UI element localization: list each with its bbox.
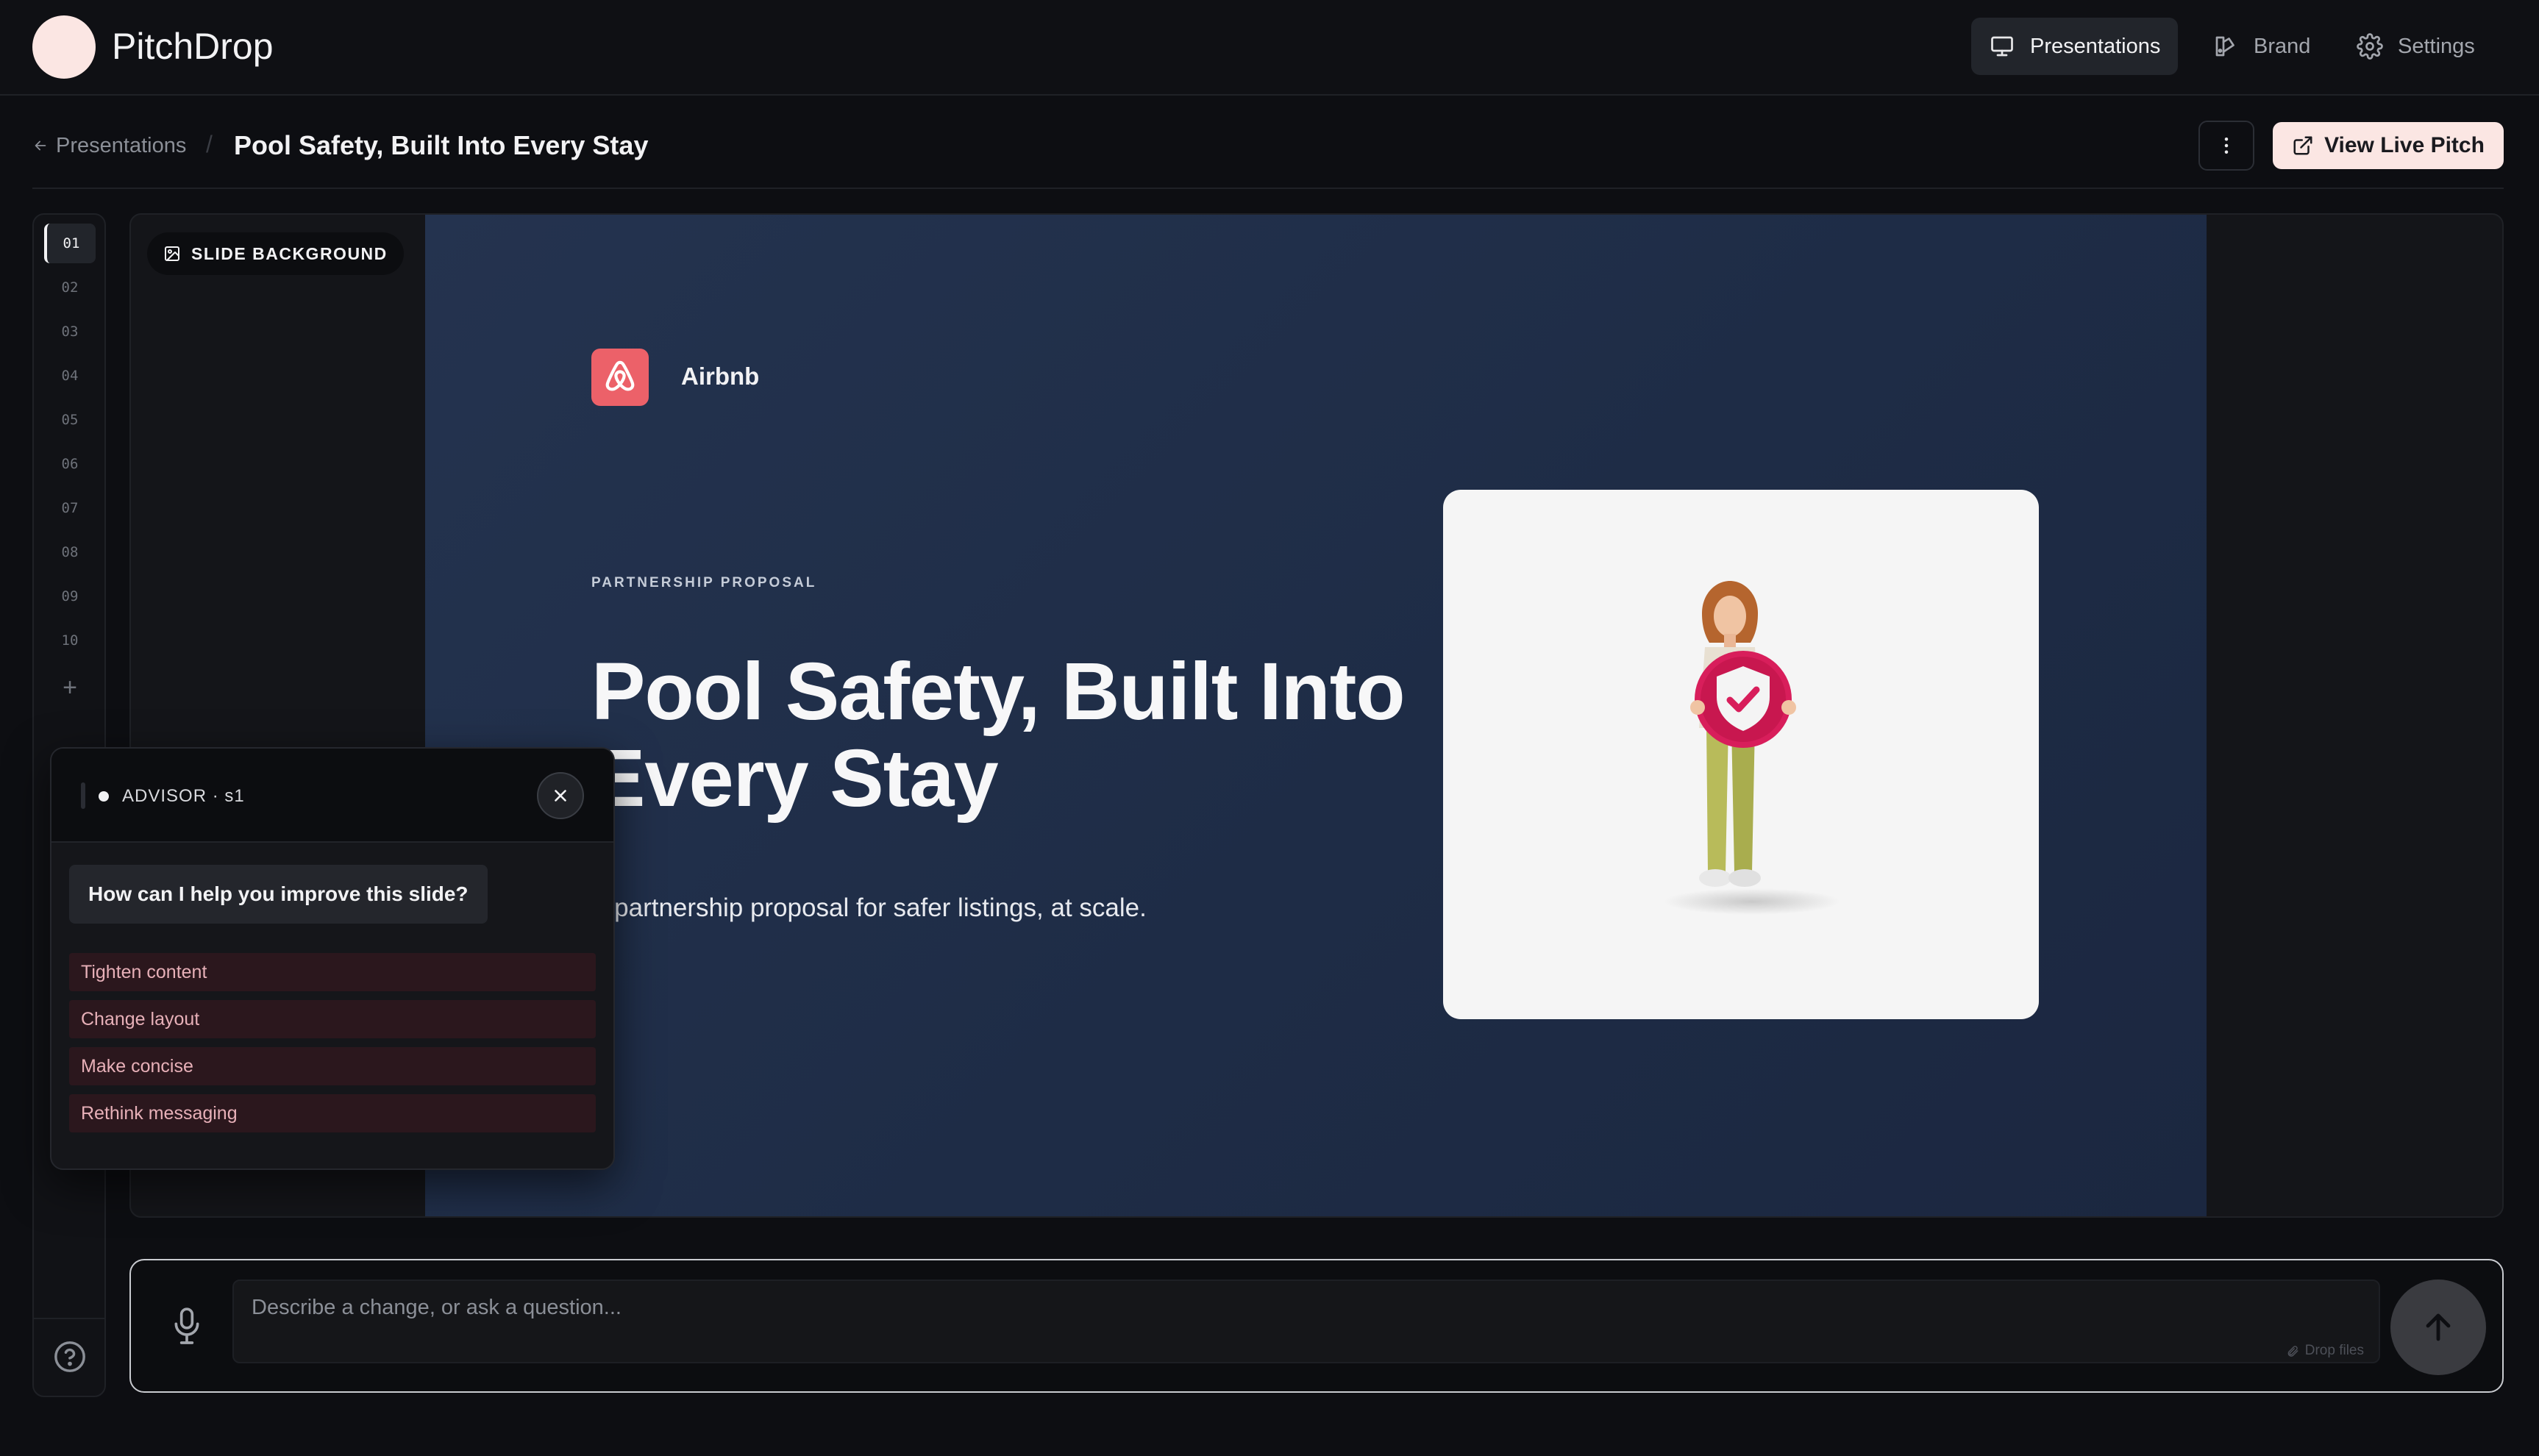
slide-thumb-10[interactable]: 10 [44,621,96,660]
airbnb-logo-icon [591,349,649,406]
slide-thumb-01[interactable]: 01 [44,224,96,263]
prompt-placeholder: Describe a change, or ask a question... [252,1296,622,1319]
image-icon [165,246,179,261]
slide-eyebrow: PARTNERSHIP PROPOSAL [591,575,817,590]
view-live-pitch-button[interactable]: View Live Pitch [2273,122,2504,169]
nav-settings-label: Settings [2398,34,2475,58]
woman-holding-shield-illustration [1664,581,1840,915]
external-link-icon [2293,136,2312,155]
arrow-left-icon [35,140,46,151]
suggestion-rethink-messaging[interactable]: Rethink messaging [69,1094,596,1132]
slide-thumb-09[interactable]: 09 [44,577,96,616]
page-title: Pool Safety, Built Into Every Stay [234,130,649,160]
send-button[interactable] [2390,1280,2486,1375]
hero-image-card[interactable] [1443,490,2039,1019]
status-dot [99,791,109,802]
drop-files-label: Drop files [2304,1343,2364,1358]
help-icon[interactable] [53,1340,87,1374]
brand-icon [2215,36,2234,57]
add-slide-button[interactable]: + [44,671,96,704]
app-logo[interactable] [32,15,96,79]
slide-title: Pool Safety, Built Into Every Stay [591,646,1406,824]
slide-company-name: Airbnb [681,363,760,390]
suggestion-change-layout[interactable]: Change layout [69,1000,596,1038]
suggestion-make-concise[interactable]: Make concise [69,1047,596,1085]
prompt-composer: Describe a change, or ask a question... … [129,1259,2504,1393]
drag-handle[interactable] [81,782,85,809]
breadcrumb-separator: / [206,131,213,157]
slide-background-label: SLIDE BACKGROUND [191,243,388,263]
nav-brand[interactable]: Brand [2212,18,2310,75]
more-options-button[interactable] [2198,121,2254,171]
back-to-presentations-link[interactable]: Presentations [32,132,186,159]
slide-thumb-07[interactable]: 07 [44,488,96,528]
slide-thumb-06[interactable]: 06 [44,444,96,484]
slide-thumb-04[interactable]: 04 [44,356,96,396]
more-vertical-icon [2224,138,2229,154]
slide-thumb-02[interactable]: 02 [44,268,96,307]
advisor-header: ADVISOR · s1 [51,749,613,843]
advisor-label: ADVISOR · s1 [122,786,245,806]
slide-thumb-08[interactable]: 08 [44,532,96,572]
slide-background-button[interactable]: SLIDE BACKGROUND [147,232,404,275]
paperclip-icon [2287,1346,2298,1357]
slide-preview[interactable]: Airbnb PARTNERSHIP PROPOSAL Pool Safety,… [425,215,2207,1216]
nav-presentations-label: Presentations [2030,34,2161,58]
view-live-pitch-label: View Live Pitch [2324,133,2485,157]
app-name[interactable]: PitchDrop [112,22,274,71]
drop-files-hint[interactable]: Drop files [2286,1343,2364,1359]
arrow-up-icon [2426,1313,2451,1341]
slide-subtitle: A partnership proposal for safer listing… [591,893,1147,922]
close-icon [555,790,566,802]
back-link-label: Presentations [56,134,187,157]
rail-divider [34,1318,104,1319]
slide-thumb-05[interactable]: 05 [44,400,96,440]
presentation-icon [1991,36,2013,57]
header-divider [32,188,2504,189]
top-navbar: PitchDrop Presentations Brand Settings [0,0,2539,96]
nav-presentations[interactable]: Presentations [1971,18,2179,75]
microphone-icon[interactable] [171,1306,203,1347]
gear-icon [2357,33,2383,60]
advisor-panel: ADVISOR · s1 How can I help you improve … [50,747,615,1170]
slide-thumb-03[interactable]: 03 [44,312,96,351]
suggestion-tighten-content[interactable]: Tighten content [69,953,596,991]
advisor-question: How can I help you improve this slide? [69,865,488,924]
prompt-input[interactable]: Describe a change, or ask a question... … [232,1280,2380,1363]
close-advisor-button[interactable] [537,772,584,819]
nav-brand-label: Brand [2254,34,2311,58]
nav-settings[interactable]: Settings [2357,18,2475,75]
